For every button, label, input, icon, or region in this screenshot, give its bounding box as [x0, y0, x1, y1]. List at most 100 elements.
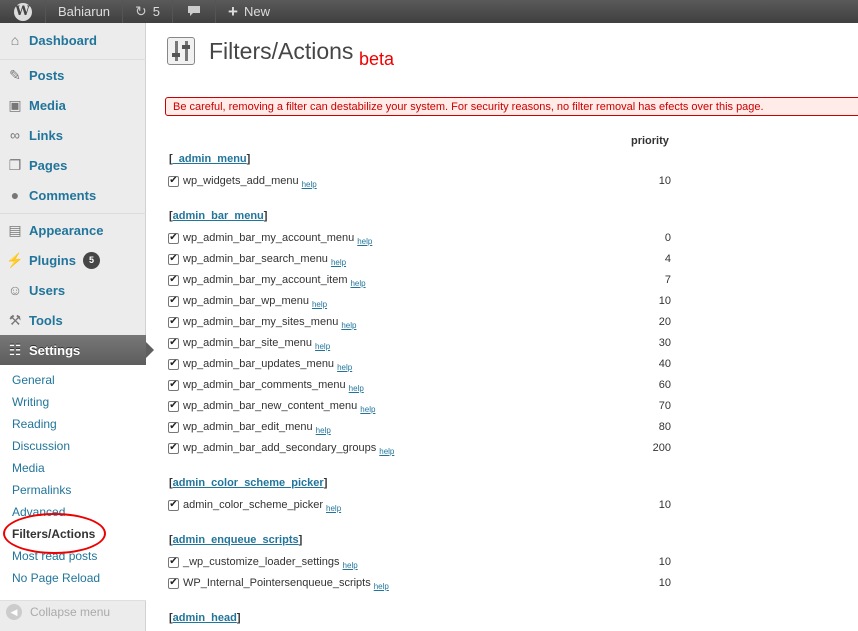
tools-icon: ⚒ [8, 311, 22, 328]
submenu-media[interactable]: Media [12, 458, 45, 478]
filter-name: WP_Internal_Pointersenqueue_scripts [183, 577, 371, 589]
filter-checkbox[interactable]: ✔ [168, 175, 179, 187]
menu-comments[interactable]: ● Comments [0, 180, 146, 210]
filter-priority: 80 [658, 421, 671, 433]
filter-name: wp_admin_bar_search_menu [183, 253, 328, 265]
filter-priority: 10 [658, 556, 671, 568]
submenu-reading[interactable]: Reading [12, 414, 57, 434]
submenu-writing[interactable]: Writing [12, 392, 49, 412]
filter-checkbox[interactable]: ✔ [168, 442, 179, 454]
filter-checkbox[interactable]: ✔ [168, 379, 179, 391]
help-link[interactable]: help [350, 279, 365, 288]
filter-row: ✔ wp_admin_bar_site_menu help 30 [168, 334, 671, 352]
help-link[interactable]: help [302, 180, 317, 189]
submenu-discussion[interactable]: Discussion [12, 436, 70, 456]
menu-plugins[interactable]: ⚡ Plugins 5 [0, 245, 146, 275]
filter-name: wp_admin_bar_updates_menu [183, 358, 335, 370]
menu-posts[interactable]: ✎ Posts [0, 60, 146, 90]
menu-label: Pages [29, 157, 68, 173]
settings-icon: ☷ [8, 341, 22, 358]
filter-name: wp_admin_bar_new_content_menu [183, 400, 358, 412]
menu-links[interactable]: ∞ Links [0, 120, 146, 150]
filter-checkbox[interactable]: ✔ [168, 295, 179, 307]
filter-priority: 10 [658, 499, 671, 511]
hook-name-link[interactable]: admin_enqueue_scripts [173, 534, 299, 546]
filter-checkbox[interactable]: ✔ [168, 499, 179, 511]
menu-dashboard[interactable]: ⌂ Dashboard [0, 25, 146, 55]
menu-label: Appearance [29, 222, 104, 238]
help-link[interactable]: help [357, 237, 372, 246]
filter-checkbox[interactable]: ✔ [168, 577, 179, 589]
filter-name: wp_admin_bar_my_sites_menu [183, 316, 339, 328]
submenu-permalinks[interactable]: Permalinks [12, 480, 71, 500]
help-link[interactable]: help [379, 447, 394, 456]
filter-checkbox[interactable]: ✔ [168, 400, 179, 412]
help-link[interactable]: help [337, 363, 352, 372]
updates-menu[interactable]: ↻ 5 [123, 0, 174, 23]
menu-pages[interactable]: ❐ Pages [0, 150, 146, 180]
filter-name: wp_widgets_add_menu [183, 175, 299, 187]
help-link[interactable]: help [312, 300, 327, 309]
filter-name: wp_admin_bar_site_menu [183, 337, 313, 349]
menu-separator [0, 213, 146, 214]
help-link[interactable]: help [331, 258, 346, 267]
menu-media[interactable]: ▣ Media [0, 90, 146, 120]
hook-header: [admin_color_scheme_picker] [169, 477, 327, 489]
admin-sidebar: ⌂ Dashboard ✎ Posts ▣ Media ∞ Links ❐ Pa… [0, 23, 154, 631]
hook-name-link[interactable]: admin_bar_menu [173, 210, 264, 222]
plugin-update-badge: 5 [82, 251, 100, 269]
filter-checkbox[interactable]: ✔ [168, 556, 179, 568]
filter-checkbox[interactable]: ✔ [168, 232, 179, 244]
filter-checkbox[interactable]: ✔ [168, 274, 179, 286]
comments-menu[interactable] [173, 0, 217, 23]
submenu-general[interactable]: General [12, 370, 55, 390]
appearance-icon: ▤ [8, 221, 22, 238]
help-link[interactable]: help [343, 561, 358, 570]
submenu-no-page-reload[interactable]: No Page Reload [12, 568, 100, 588]
speech-bubble-icon [187, 4, 201, 20]
collapse-arrow-icon: ◀ [6, 604, 22, 620]
highlight-oval [3, 513, 106, 554]
hook-bracket: ] [263, 210, 268, 222]
help-link[interactable]: help [326, 504, 341, 513]
beta-label: beta [359, 49, 395, 69]
comment-icon: ● [10, 187, 20, 203]
collapse-menu-button[interactable]: ◀ Collapse menu [6, 599, 110, 625]
filter-checkbox[interactable]: ✔ [168, 421, 179, 433]
menu-appearance[interactable]: ▤ Appearance [0, 215, 146, 245]
dashboard-icon: ⌂ [10, 32, 20, 48]
filter-checkbox[interactable]: ✔ [168, 253, 179, 265]
filter-name: _wp_customize_loader_settings [183, 556, 340, 568]
pin-icon: ✎ [9, 66, 21, 83]
hook-header: [_admin_menu] [169, 153, 250, 165]
menu-label: Comments [29, 187, 97, 203]
hook-bracket: ] [236, 612, 241, 624]
help-link[interactable]: help [374, 582, 389, 591]
new-content-menu[interactable]: + New [216, 0, 282, 23]
help-link[interactable]: help [341, 321, 356, 330]
hook-name-link[interactable]: _admin_menu [173, 153, 247, 165]
menu-label: Settings [29, 342, 81, 358]
plus-icon: + [228, 1, 238, 21]
filter-priority: 4 [664, 253, 671, 265]
filter-name: admin_color_scheme_picker [183, 499, 324, 511]
menu-settings[interactable]: ☷ Settings [0, 335, 154, 365]
admin-bar: W Bahiarun ↻ 5 + New [0, 0, 858, 23]
filter-checkbox[interactable]: ✔ [168, 358, 179, 370]
menu-tools[interactable]: ⚒ Tools [0, 305, 146, 335]
wp-logo-menu[interactable]: W [0, 0, 46, 23]
help-link[interactable]: help [349, 384, 364, 393]
hook-bracket: ] [246, 153, 251, 165]
filter-checkbox[interactable]: ✔ [168, 337, 179, 349]
site-name-menu[interactable]: Bahiarun [46, 0, 124, 23]
hook-bracket: ] [298, 534, 303, 546]
filter-name: wp_admin_bar_my_account_menu [183, 232, 355, 244]
menu-users[interactable]: ☺ Users [0, 275, 146, 305]
hook-name-link[interactable]: admin_head [173, 612, 237, 624]
filter-row: ✔ wp_admin_bar_add_secondary_groups help 20… [168, 439, 671, 457]
help-link[interactable]: help [315, 342, 330, 351]
hook-name-link[interactable]: admin_color_scheme_picker [173, 477, 324, 489]
help-link[interactable]: help [360, 405, 375, 414]
help-link[interactable]: help [316, 426, 331, 435]
filter-checkbox[interactable]: ✔ [168, 316, 179, 328]
